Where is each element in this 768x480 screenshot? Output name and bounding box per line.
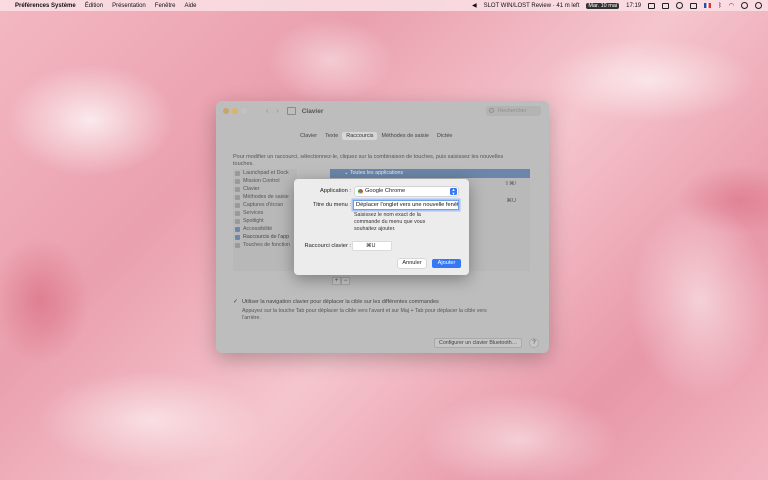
category-clavier[interactable]: Clavier — [233, 185, 297, 193]
screenshot-icon — [235, 202, 240, 208]
category-raccourcis-app[interactable]: Raccourcis de l'app — [233, 233, 297, 241]
instructions-text: Pour modifier un raccourci, sélectionnez… — [233, 154, 504, 167]
remove-shortcut-button[interactable]: − — [341, 277, 350, 285]
popup-arrows-icon: ▲ ▼ — [450, 187, 457, 196]
chrome-icon — [358, 189, 363, 194]
wifi-icon[interactable]: ◠ — [729, 2, 734, 9]
spotlight-icon — [235, 218, 240, 224]
category-methodes[interactable]: Méthodes de saisie — [233, 193, 297, 201]
shortcut-value[interactable]: ⇧⌘/ — [504, 181, 516, 187]
category-launchpad[interactable]: Launchpad et Dock — [233, 169, 297, 177]
keyboard-navigation-checkbox[interactable]: ✓ Utiliser la navigation clavier pour dé… — [233, 298, 439, 306]
category-mission-control[interactable]: Mission Control — [233, 177, 297, 185]
tab-texte[interactable]: Texte — [321, 132, 342, 140]
accessibility-icon — [235, 226, 240, 232]
app-menu[interactable]: Préférences Système — [15, 3, 76, 9]
application-value: Google Chrome — [365, 188, 406, 194]
display-icon[interactable] — [662, 2, 670, 9]
add-button[interactable]: Ajouter — [432, 259, 461, 268]
tab-methodes-de-saisie[interactable]: Méthodes de saisie — [377, 132, 432, 140]
category-captures[interactable]: Captures d'écran — [233, 201, 297, 209]
zoom-button[interactable] — [241, 108, 247, 114]
menu-title-input[interactable]: Déplacer l'onglet vers une nouvelle fenê… — [353, 200, 459, 210]
services-icon — [235, 210, 240, 216]
category-list: Launchpad et Dock Mission Control Clavie… — [233, 169, 297, 271]
mission-control-icon — [235, 178, 240, 184]
add-shortcut-dialog: Application : Google Chrome ▲ ▼ Titre du … — [294, 179, 469, 275]
control-center-icon[interactable] — [741, 2, 748, 9]
menu-bar: Préférences Système Édition Présentation… — [0, 0, 768, 11]
category-spotlight[interactable]: Spotlight — [233, 217, 297, 225]
menu-aide[interactable]: Aide — [184, 3, 196, 9]
menu-fenetre[interactable]: Fenêtre — [155, 3, 176, 9]
checkmark-icon: ✓ — [233, 299, 239, 305]
cancel-button[interactable]: Annuler — [398, 259, 426, 268]
tab-dictee[interactable]: Dictée — [433, 132, 457, 140]
clock[interactable]: 17:19 — [626, 3, 641, 9]
category-services[interactable]: Services — [233, 209, 297, 217]
minimize-button[interactable] — [232, 108, 238, 114]
date-badge[interactable]: Mar. 10 mai — [586, 2, 620, 9]
add-shortcut-button[interactable]: + — [332, 277, 341, 285]
menu-title-label: Titre du menu : — [312, 202, 351, 208]
back-icon[interactable]: ‹ — [266, 108, 268, 115]
back-arrow-icon[interactable]: ◀ — [472, 2, 477, 9]
bluetooth-keyboard-button[interactable]: Configurer un clavier Bluetooth… — [434, 338, 523, 348]
app-shortcuts-icon — [235, 234, 240, 240]
input-sources-icon — [235, 194, 240, 200]
search-input[interactable]: Rechercher — [486, 106, 541, 116]
menu-title-hint: Saisissez le nom exact de la commande du… — [354, 212, 426, 232]
battery-icon[interactable] — [690, 2, 698, 9]
bluetooth-icon[interactable]: ᛒ — [718, 3, 722, 9]
shortcut-field[interactable]: ⌘U — [353, 242, 391, 250]
checkbox-label: Utiliser la navigation clavier pour dépl… — [242, 298, 439, 305]
menu-presentation[interactable]: Présentation — [112, 3, 146, 9]
category-accessibilite[interactable]: Accessibilité — [233, 225, 297, 233]
close-button[interactable] — [223, 108, 229, 114]
message-icon[interactable] — [648, 2, 656, 9]
now-playing[interactable]: SLOT WIN/LOST Review · 41 m left — [484, 3, 580, 9]
siri-icon[interactable] — [755, 2, 762, 9]
launchpad-icon — [235, 170, 240, 176]
timer-icon[interactable] — [676, 2, 684, 9]
shortcut-label: Raccourci clavier : — [304, 243, 351, 249]
category-touches-fonction[interactable]: Touches de fonction — [233, 241, 297, 249]
search-placeholder: Rechercher — [498, 108, 527, 114]
input-flag-icon[interactable] — [704, 3, 712, 8]
app-row-selected[interactable]: ⌄ Toutes les applications — [330, 169, 530, 178]
help-button[interactable]: ? — [529, 338, 539, 348]
show-all-grid-icon[interactable] — [286, 107, 296, 115]
shortcut-value[interactable]: ⌘U — [507, 198, 516, 204]
keyboard-navigation-note: Appuyez sur la touche Tab pour déplacer … — [242, 308, 487, 321]
function-keys-icon — [235, 242, 240, 248]
add-remove-controls: + − — [332, 277, 350, 285]
application-label: Application : — [320, 188, 351, 194]
search-icon — [489, 108, 494, 113]
keyboard-icon — [235, 186, 240, 192]
application-popup[interactable]: Google Chrome ▲ ▼ — [355, 187, 458, 196]
tab-raccourcis[interactable]: Raccourcis — [342, 132, 378, 140]
nav-arrows: ‹ › — [266, 108, 279, 115]
forward-icon[interactable]: › — [276, 108, 278, 115]
window-title: Clavier — [301, 107, 324, 115]
tab-clavier[interactable]: Clavier — [296, 132, 321, 140]
menu-edition[interactable]: Édition — [85, 3, 103, 9]
tab-bar: Clavier Texte Raccourcis Méthodes de sai… — [296, 132, 456, 140]
window-titlebar: ‹ › Clavier Rechercher — [216, 101, 549, 121]
